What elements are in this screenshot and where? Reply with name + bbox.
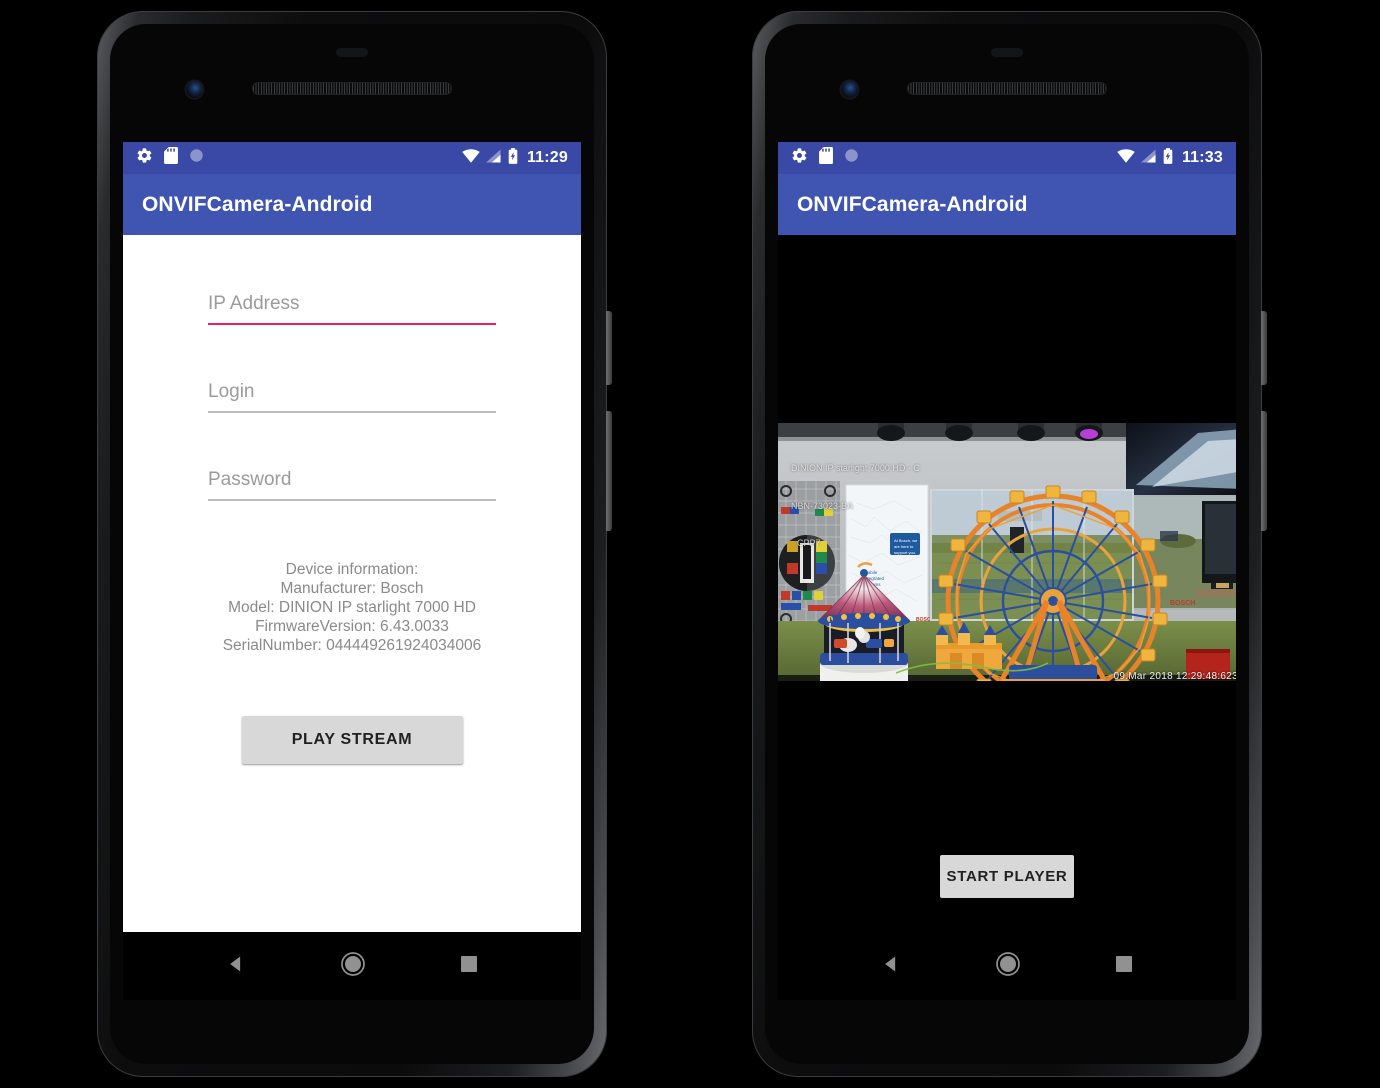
wifi-icon [1117,148,1135,168]
device-information-heading: Device information: [285,561,419,578]
osd-timestamp: 09.Mar 2018 12:29:48:623 [1113,671,1236,682]
status-bar-left-icons-right [791,147,859,169]
device-firmware-version: FirmwareVersion: 6.43.0033 [255,618,449,635]
settings-gear-icon [791,147,808,169]
recents-button[interactable] [1115,955,1133,978]
play-stream-button-wrap: PLAY STREAM [208,716,496,764]
video-stream-view[interactable]: BOSCH At Bosch, we are here to support y… [778,423,1236,691]
sd-card-icon [164,147,178,169]
ip-address-underline [208,323,496,325]
start-player-button[interactable]: START PLAYER [940,855,1074,898]
app-title: ONVIFCamera-Android [142,192,373,216]
start-player-button-wrap: START PLAYER [778,855,1236,898]
do-not-disturb-icon [189,148,204,168]
video-player-area: BOSCH At Bosch, we are here to support y… [778,235,1236,932]
back-button[interactable] [881,954,901,979]
phone-left-device: 11:29 ONVIFCamera-Android IP Address Log… [97,11,612,1077]
device-model: Model: DINION IP starlight 7000 HD [228,599,476,616]
video-osd-overlay: DINION IP starlight 7000 HD - C NBN-7302… [791,437,920,575]
recents-button[interactable] [460,955,478,978]
phone-right-device: 11:33 ONVIFCamera-Android BOSCH At Bosch… [752,11,1267,1077]
osd-camera-model: DINION IP starlight 7000 HD - C [791,463,920,473]
password-field-group[interactable] [208,469,496,501]
battery-charging-icon [1163,147,1173,169]
cell-signal-icon [1140,148,1157,168]
status-bar: 11:29 [123,142,581,174]
status-bar-right: 11:33 [778,142,1236,174]
app-bar-right: ONVIFCamera-Android [778,174,1236,235]
home-button[interactable] [995,951,1021,982]
do-not-disturb-icon [844,148,859,168]
osd-camera-platform: CPP7 [797,538,821,548]
status-bar-right-icons-right: 11:33 [1117,147,1223,169]
earpiece-speaker-grille-right [908,83,1106,94]
volume-button-right[interactable] [1261,411,1267,531]
cell-signal-icon [485,148,502,168]
screenshot-stage: 11:29 ONVIFCamera-Android IP Address Log… [0,0,1380,1088]
password-input[interactable] [208,469,496,499]
svg-text:BOSCH: BOSCH [1170,600,1195,607]
wifi-icon [462,148,480,168]
battery-charging-icon [508,147,518,169]
ip-address-field-group[interactable] [208,293,496,325]
osd-camera-part-number: NBN-73023-BA [791,500,854,511]
home-button[interactable] [340,951,366,982]
setup-form: Device information: Manufacturer: Bosch … [123,293,581,764]
login-field-group[interactable] [208,381,496,413]
app-title-right: ONVIFCamera-Android [797,192,1028,216]
password-underline [208,499,496,501]
phone-left-screen: 11:29 ONVIFCamera-Android IP Address Log… [123,142,581,932]
front-camera-icon-right [841,81,858,98]
android-navigation-bar [123,932,581,1000]
android-navigation-bar-right [778,932,1236,1000]
login-input[interactable] [208,381,496,411]
proximity-sensor-slot-right [991,48,1023,57]
status-bar-clock-right: 11:33 [1181,149,1223,166]
status-bar-left-icons [136,147,204,169]
phone-left-body: 11:29 ONVIFCamera-Android IP Address Log… [110,24,594,1064]
app-bar: ONVIFCamera-Android [123,174,581,235]
login-underline [208,411,496,413]
back-button[interactable] [226,954,246,979]
device-serial-number: SerialNumber: 044449261924034006 [222,637,482,654]
settings-gear-icon [136,147,153,169]
device-manufacturer: Manufacturer: Bosch [280,580,424,597]
play-stream-button[interactable]: PLAY STREAM [241,716,463,764]
front-camera-icon [186,81,203,98]
status-bar-right-icons: 11:29 [462,147,568,169]
proximity-sensor-slot [336,48,368,57]
power-button-right[interactable] [1261,311,1267,385]
power-button[interactable] [606,311,612,385]
sd-card-icon [819,147,833,169]
earpiece-speaker-grille [253,83,451,94]
phone-right-body: 11:33 ONVIFCamera-Android BOSCH At Bosch… [765,24,1249,1064]
ip-address-input[interactable] [208,293,496,323]
device-information-block: Device information: Manufacturer: Bosch … [208,560,496,655]
phone-right-screen: 11:33 ONVIFCamera-Android BOSCH At Bosch… [778,142,1236,932]
status-bar-clock: 11:29 [526,149,568,166]
volume-button[interactable] [606,411,612,531]
